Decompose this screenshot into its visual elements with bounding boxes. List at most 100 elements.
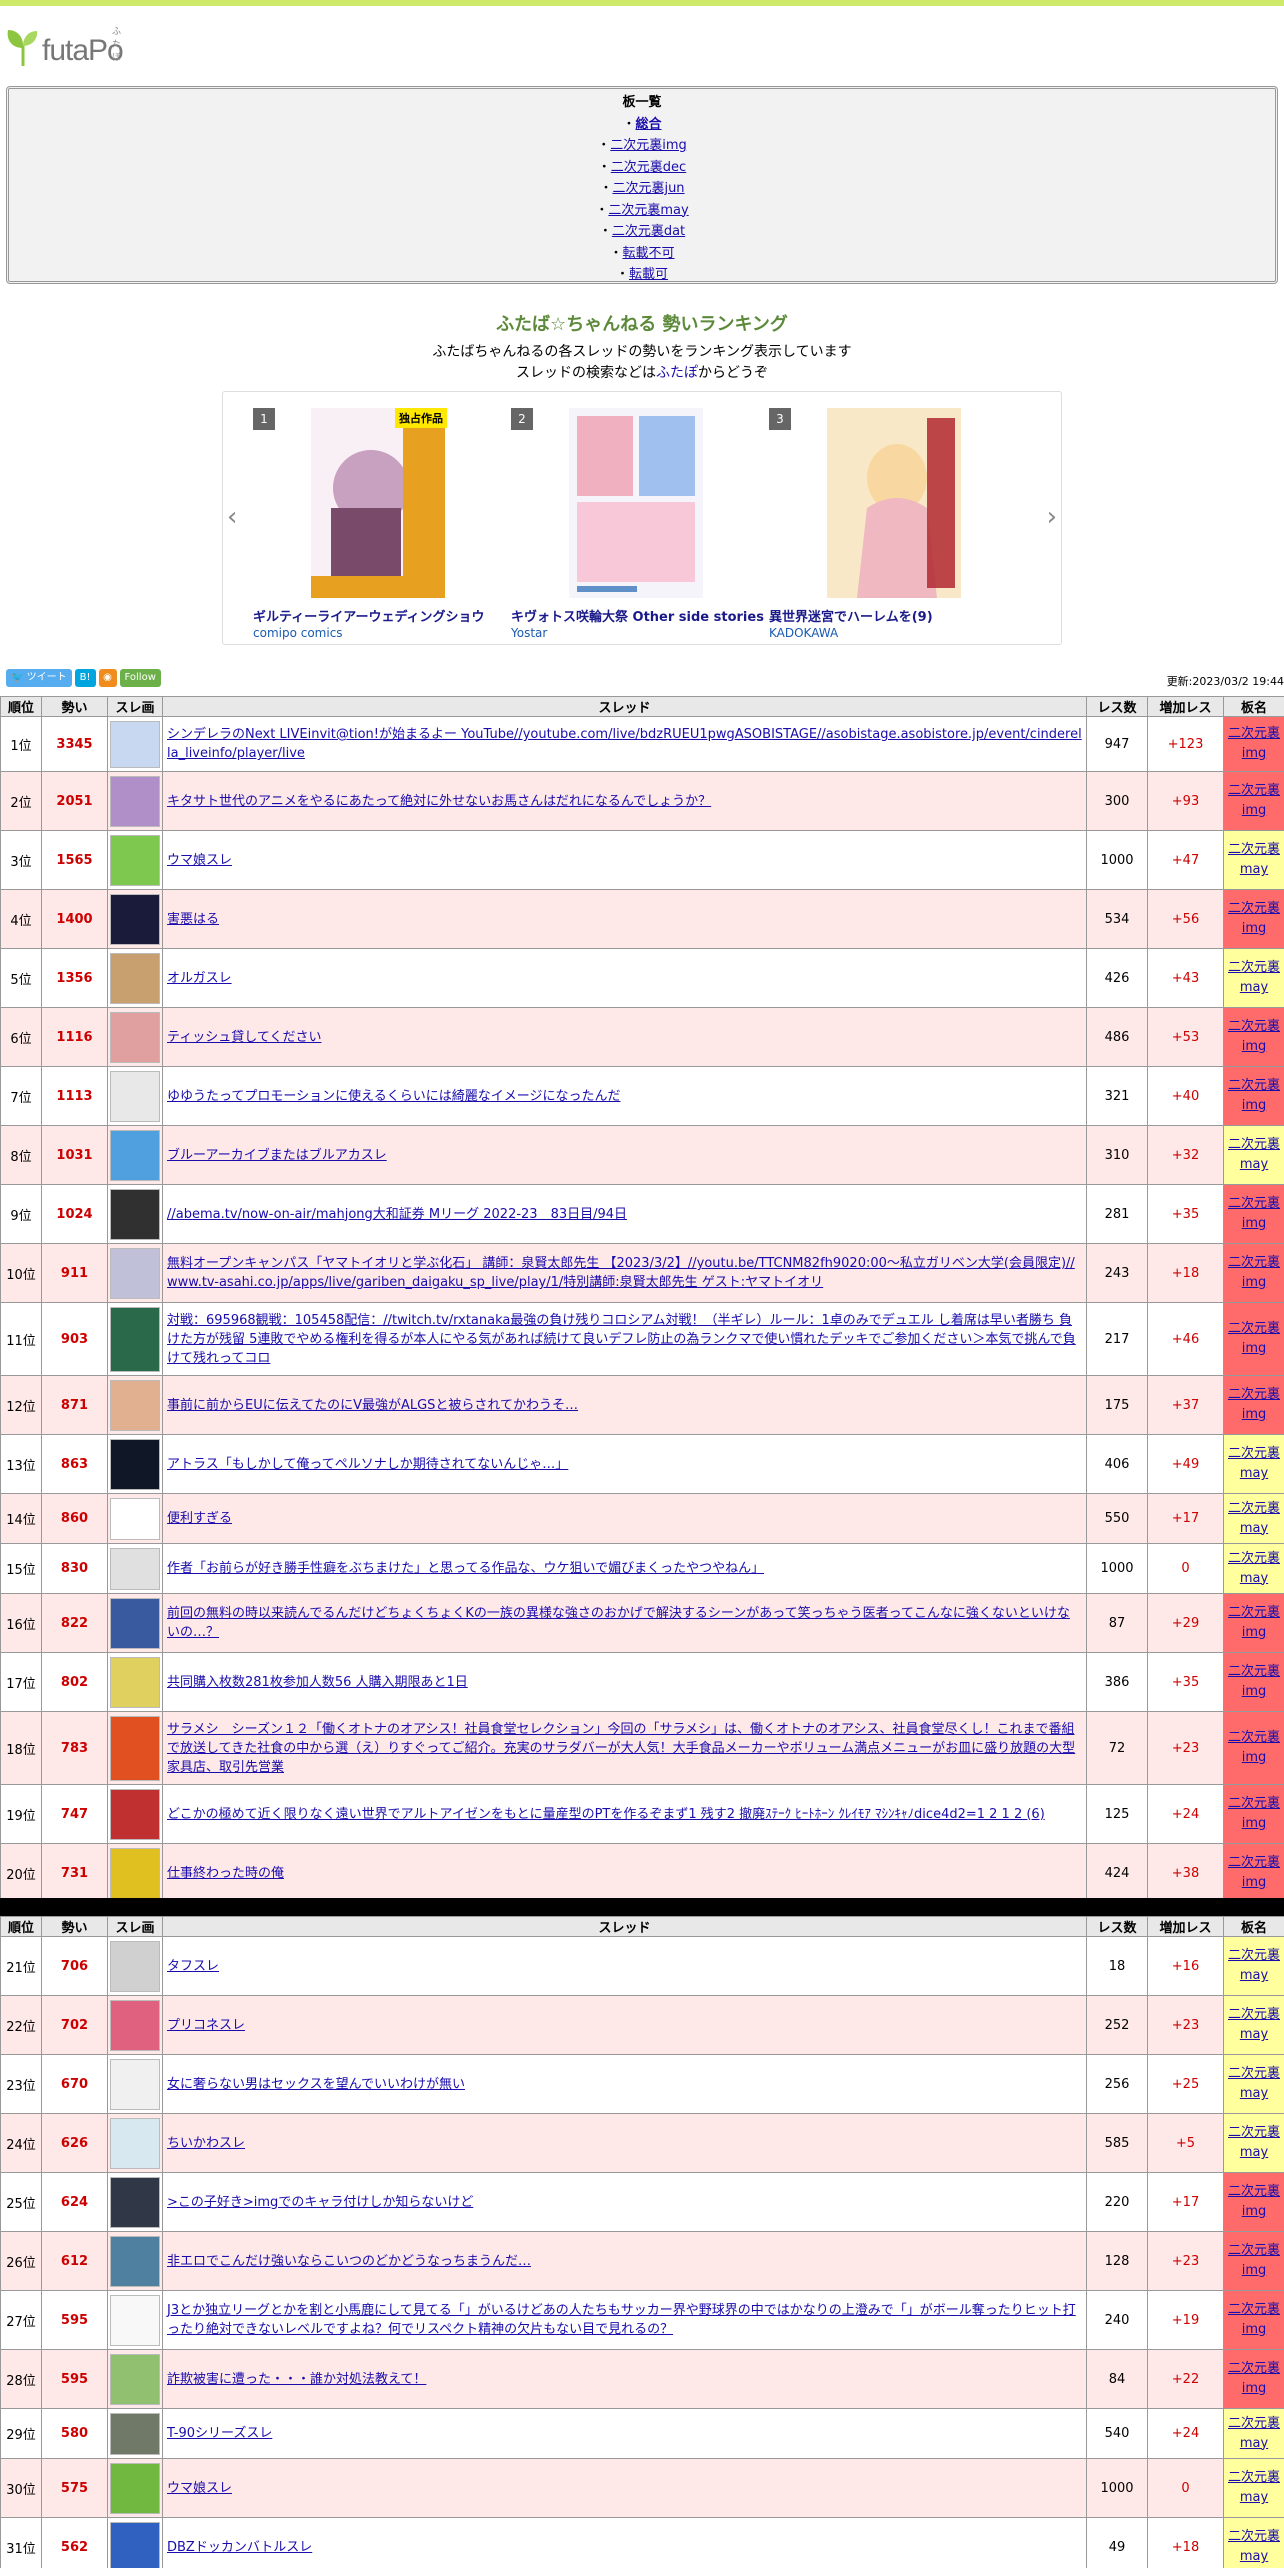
thread-thumbnail[interactable] — [110, 1306, 160, 1372]
thread-title-link[interactable]: シンデレラのNext LIVEinvit@tion!が始まるよー YouTube… — [167, 727, 1082, 761]
thread-thumbnail[interactable] — [110, 1597, 160, 1649]
board-name-link[interactable]: 二次元裏 img — [1228, 1321, 1280, 1356]
board-link-may[interactable]: 二次元裏may — [608, 203, 688, 218]
thread-thumbnail[interactable] — [110, 2294, 160, 2346]
thread-title-link[interactable]: 作者「お前らが好き勝手性癖をぶちまけた」と思ってる作品な、ウケ狙いで媚びまくった… — [167, 1561, 764, 1576]
thread-title-link[interactable]: 共同購入枚数281枚参加人数56 人購入期限あと1日 — [167, 1675, 468, 1690]
carousel-next-icon[interactable]: › — [1047, 502, 1057, 532]
thread-title-link[interactable]: J3とか独立リーグとかを割と小馬鹿にして見てる「」がいるけどあの人たちもサッカー… — [167, 2303, 1076, 2337]
thread-title-link[interactable]: 害悪はる — [167, 912, 219, 927]
board-name-link[interactable]: 二次元裏 img — [1228, 1730, 1280, 1765]
thread-title-link[interactable]: ウマ娘スレ — [167, 853, 232, 868]
thread-thumbnail[interactable] — [110, 2462, 160, 2514]
board-link-tensai-fuka[interactable]: 転載不可 — [623, 246, 675, 261]
thread-title-link[interactable]: ゆゆうたってプロモーションに使えるくらいには綺麗なイメージになったんだ — [167, 1089, 620, 1104]
thread-title-link[interactable]: プリコネスレ — [167, 2018, 245, 2033]
board-name-link[interactable]: 二次元裏 img — [1228, 1019, 1280, 1054]
thread-thumbnail[interactable] — [110, 2117, 160, 2169]
thread-title-link[interactable]: ちいかわスレ — [167, 2136, 245, 2151]
thread-thumbnail[interactable] — [110, 1999, 160, 2051]
board-name-link[interactable]: 二次元裏 img — [1228, 1255, 1280, 1290]
board-name-link[interactable]: 二次元裏 may — [1228, 2416, 1280, 2451]
board-link-dec[interactable]: 二次元裏dec — [611, 160, 686, 175]
thread-title-link[interactable]: どこかの極めて近く限りなく遠い世界でアルトアイゼンをもとに量産型のPTを作るぞま… — [167, 1807, 1045, 1822]
thread-title-link[interactable]: 仕事終わった時の俺 — [167, 1866, 284, 1881]
board-name-link[interactable]: 二次元裏 may — [1228, 2007, 1280, 2042]
thread-thumbnail[interactable] — [110, 720, 160, 768]
board-name-link[interactable]: 二次元裏 img — [1228, 1387, 1280, 1422]
thread-title-link[interactable]: 事前に前からEUに伝えてたのにV最強がALGSと被らされてかわうそ… — [167, 1398, 578, 1413]
thread-thumbnail[interactable] — [110, 1438, 160, 1490]
board-name-link[interactable]: 二次元裏 may — [1228, 960, 1280, 995]
tweet-button[interactable]: 🐦 ツイート — [6, 669, 72, 687]
thread-title-link[interactable]: //abema.tv/now-on-air/mahjong大和証券 Mリーグ 2… — [167, 1207, 627, 1222]
thread-title-link[interactable]: キタサト世代のアニメをやるにあたって絶対に外せないお馬さんはだれになるんでしょう… — [167, 794, 711, 809]
board-name-link[interactable]: 二次元裏 img — [1228, 2361, 1280, 2396]
board-link-tensai-ka[interactable]: 転載可 — [629, 267, 668, 281]
board-name-link[interactable]: 二次元裏 may — [1228, 1948, 1280, 1983]
board-name-link[interactable]: 二次元裏 img — [1228, 1664, 1280, 1699]
board-name-link[interactable]: 二次元裏 img — [1228, 1196, 1280, 1231]
thread-thumbnail[interactable] — [110, 2412, 160, 2455]
thread-thumbnail[interactable] — [110, 2058, 160, 2110]
thread-title-link[interactable]: 女に奢らない男はセックスを望んでいいわけが無い — [167, 2077, 465, 2092]
thread-title-link[interactable]: タフスレ — [167, 1959, 219, 1974]
board-name-link[interactable]: 二次元裏 img — [1228, 726, 1280, 761]
board-link-jun[interactable]: 二次元裏jun — [612, 181, 684, 196]
board-link-dat[interactable]: 二次元裏dat — [612, 224, 685, 239]
thread-thumbnail[interactable] — [110, 1788, 160, 1840]
thread-thumbnail[interactable] — [110, 775, 160, 827]
thread-thumbnail[interactable] — [110, 1715, 160, 1781]
board-name-link[interactable]: 二次元裏 img — [1228, 901, 1280, 936]
board-name-link[interactable]: 二次元裏 may — [1228, 2470, 1280, 2505]
board-name-link[interactable]: 二次元裏 img — [1228, 2302, 1280, 2337]
slide-title[interactable]: 異世界迷宮でハーレムを(9) — [769, 606, 1009, 625]
feedly-follow-button[interactable]: Follow — [119, 669, 161, 687]
thread-thumbnail[interactable] — [110, 1188, 160, 1240]
board-name-link[interactable]: 二次元裏 img — [1228, 1855, 1280, 1890]
thread-thumbnail[interactable] — [110, 834, 160, 886]
board-name-link[interactable]: 二次元裏 img — [1228, 783, 1280, 818]
board-name-link[interactable]: 二次元裏 img — [1228, 2243, 1280, 2278]
thread-thumbnail[interactable] — [110, 893, 160, 945]
carousel-prev-icon[interactable]: ‹ — [227, 502, 237, 532]
thread-thumbnail[interactable] — [110, 1070, 160, 1122]
board-name-link[interactable]: 二次元裏 may — [1228, 2529, 1280, 2564]
thread-title-link[interactable]: 非エロでこんだけ強いならこいつのどかどうなっちまうんだ… — [167, 2254, 531, 2269]
thread-thumbnail[interactable] — [110, 952, 160, 1004]
thread-thumbnail[interactable] — [110, 1497, 160, 1540]
carousel-slide-1[interactable]: 1 独占作品 ギルティーライアーウェディングショウ comipo comics — [253, 400, 485, 640]
rss-icon[interactable]: ◉ — [98, 669, 117, 687]
thread-thumbnail[interactable] — [110, 1940, 160, 1992]
board-name-link[interactable]: 二次元裏 may — [1228, 1137, 1280, 1172]
carousel-slide-3[interactable]: 3 異世界迷宮でハーレムを(9) KADOKAWA — [769, 400, 989, 640]
thread-title-link[interactable]: ブルーアーカイブまたはブルアカスレ — [167, 1148, 387, 1163]
thread-title-link[interactable]: DBZドッカンバトルスレ — [167, 2540, 312, 2555]
site-logo[interactable]: futaPo ふたぽ — [6, 22, 124, 66]
thread-title-link[interactable]: サラメシ シーズン１２「働くオトナのオアシス！社員食堂セレクション」今回の「サラ… — [167, 1722, 1075, 1775]
board-name-link[interactable]: 二次元裏 img — [1228, 1796, 1280, 1831]
thread-thumbnail[interactable] — [110, 1379, 160, 1431]
thread-title-link[interactable]: ウマ娘スレ — [167, 2481, 232, 2496]
board-name-link[interactable]: 二次元裏 img — [1228, 1078, 1280, 1113]
thread-title-link[interactable]: 対戦：695968観戦：105458配信：//twitch.tv/rxtanak… — [167, 1313, 1076, 1366]
board-link-img[interactable]: 二次元裏img — [610, 138, 687, 153]
board-name-link[interactable]: 二次元裏 may — [1228, 1446, 1280, 1481]
thread-thumbnail[interactable] — [110, 1129, 160, 1181]
thread-thumbnail[interactable] — [110, 2521, 160, 2568]
thread-title-link[interactable]: >この子好き>imgでのキャラ付けしか知らないけど — [167, 2195, 473, 2210]
thread-title-link[interactable]: ティッシュ貸してください — [167, 1030, 321, 1045]
thread-title-link[interactable]: 便利すぎる — [167, 1511, 232, 1526]
thread-thumbnail[interactable] — [110, 1847, 160, 1899]
thread-title-link[interactable]: オルガスレ — [167, 971, 232, 986]
thread-thumbnail[interactable] — [110, 1656, 160, 1708]
board-link-sougou[interactable]: 総合 — [636, 117, 662, 132]
thread-title-link[interactable]: 無料オープンキャンパス「ヤマトイオリと学ぶ化石」 講師：泉賢太郎先生 【2023… — [167, 1256, 1075, 1290]
hatena-bookmark-button[interactable]: B! — [74, 669, 96, 687]
thread-title-link[interactable]: 詐欺被害に遭った・・・誰か対処法教えて！ — [167, 2372, 426, 2387]
thread-title-link[interactable]: 前回の無料の時以来読んでるんだけどちょくちょくKの一族の異様な強さのおかげで解決… — [167, 1606, 1070, 1640]
thread-thumbnail[interactable] — [110, 2235, 160, 2287]
thread-thumbnail[interactable] — [110, 1011, 160, 1063]
thread-thumbnail[interactable] — [110, 1547, 160, 1590]
board-name-link[interactable]: 二次元裏 may — [1228, 1551, 1280, 1586]
